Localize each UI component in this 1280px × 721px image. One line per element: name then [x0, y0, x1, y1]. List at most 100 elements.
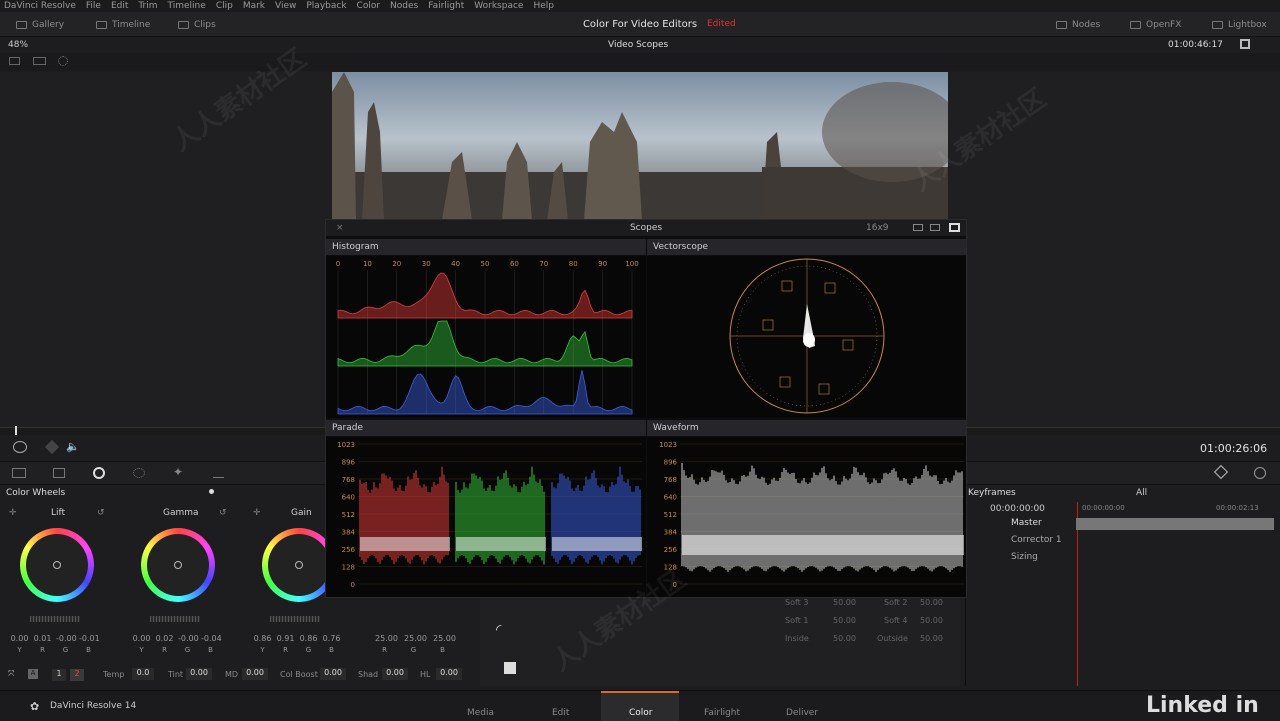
volume-icon[interactable]: 🔈 — [66, 440, 80, 453]
timeline-button[interactable]: Timeline — [96, 17, 150, 33]
gain-b[interactable]: 0.76 — [322, 634, 341, 643]
split-icon[interactable] — [33, 57, 46, 65]
mark-icon[interactable] — [44, 439, 60, 455]
info-icon[interactable] — [1254, 467, 1266, 479]
temp-value[interactable]: 0.0 — [132, 668, 154, 680]
outside-value[interactable]: 50.00 — [920, 634, 943, 643]
vectorscope-header[interactable]: Vectorscope — [647, 239, 966, 255]
gain-r[interactable]: 0.91 — [276, 634, 295, 643]
rgb-mixer-icon[interactable] — [133, 468, 145, 478]
gamma-wheel[interactable] — [141, 528, 215, 602]
menu-timeline[interactable]: Timeline — [168, 1, 206, 11]
track-master[interactable]: Master — [1011, 518, 1042, 528]
lift-handle[interactable] — [53, 561, 61, 569]
gamma-reset-icon[interactable]: ↺ — [219, 508, 227, 518]
offset-b[interactable]: 25.00 — [433, 634, 456, 643]
menu-view[interactable]: View — [275, 1, 296, 11]
gamma-y[interactable]: 0.00 — [132, 634, 151, 643]
lift-g[interactable]: -0.00 — [56, 634, 77, 643]
gain-crosshair-icon[interactable]: ✛ — [253, 508, 261, 518]
menu-nodes[interactable]: Nodes — [390, 1, 418, 11]
gain-y[interactable]: 0.86 — [253, 634, 272, 643]
wipe-icon[interactable] — [58, 56, 68, 66]
lift-r[interactable]: 0.01 — [33, 634, 52, 643]
tint-value[interactable]: 0.00 — [186, 668, 212, 680]
page-media[interactable]: Media — [467, 708, 494, 718]
menu-edit[interactable]: Edit — [111, 1, 128, 11]
fullscreen-icon[interactable] — [1240, 39, 1250, 49]
page-fairlight[interactable]: Fairlight — [704, 708, 740, 718]
ratio-select[interactable]: 16x9 — [866, 223, 889, 233]
menu-file[interactable]: File — [86, 1, 101, 11]
camera-raw-icon[interactable] — [12, 468, 26, 478]
gain-g[interactable]: 0.86 — [299, 634, 318, 643]
zoom-select[interactable]: 48% — [8, 40, 28, 50]
colboost-value[interactable]: 0.00 — [320, 668, 346, 680]
parade-header[interactable]: Parade — [326, 420, 646, 436]
clips-button[interactable]: Clips — [178, 17, 216, 33]
gamma-b[interactable]: -0.04 — [201, 634, 222, 643]
keyframe-icon[interactable] — [1213, 464, 1229, 480]
lift-y[interactable]: 0.00 — [10, 634, 29, 643]
auto-icon[interactable]: A — [28, 669, 38, 679]
lift-master-dial[interactable] — [30, 616, 80, 622]
scope-select[interactable]: Video Scopes — [608, 40, 668, 50]
layout-single-icon[interactable] — [913, 224, 923, 231]
lift-wheel[interactable] — [20, 528, 94, 602]
menu-clip[interactable]: Clip — [216, 1, 233, 11]
page-edit[interactable]: Edit — [552, 708, 569, 718]
auto-balance-icon[interactable]: ⤧ — [8, 669, 14, 679]
keyframe-filter[interactable]: All — [1136, 488, 1147, 498]
layout-quad-icon[interactable] — [949, 223, 960, 232]
soft1-value[interactable]: 50.00 — [833, 616, 856, 625]
md-value[interactable]: 0.00 — [242, 668, 268, 680]
lift-b[interactable]: -0.01 — [79, 634, 100, 643]
curve-icon[interactable]: ◜ — [496, 622, 514, 640]
gallery-button[interactable]: Gallery — [16, 17, 64, 33]
lift-reset-icon[interactable]: ↺ — [97, 508, 105, 518]
motion-effects-icon[interactable]: ✦ — [173, 465, 183, 479]
lift-crosshair-icon[interactable]: ✛ — [9, 508, 17, 518]
gain-master-dial[interactable] — [270, 616, 320, 622]
soft3-value[interactable]: 50.00 — [833, 598, 856, 607]
waveform-header[interactable]: Waveform — [647, 420, 966, 436]
menu-app[interactable]: DaVinci Resolve — [4, 1, 76, 11]
pointer-icon[interactable] — [13, 441, 27, 453]
page-dot[interactable] — [209, 489, 214, 494]
gamma-master-dial[interactable] — [150, 616, 200, 622]
color-match-icon[interactable] — [53, 468, 65, 478]
layout-icon[interactable] — [9, 57, 20, 65]
page-2-button[interactable]: 2 — [70, 669, 84, 681]
menu-mark[interactable]: Mark — [243, 1, 265, 11]
playhead[interactable] — [15, 426, 17, 435]
track-sizing[interactable]: Sizing — [1011, 552, 1038, 562]
menu-trim[interactable]: Trim — [138, 1, 157, 11]
soft4-value[interactable]: 50.00 — [920, 616, 943, 625]
track-corrector-1[interactable]: Corrector 1 — [1011, 535, 1062, 545]
square-window-icon[interactable] — [504, 662, 516, 674]
scopes-window[interactable]: Scopes × 16x9 Histogram Vectorscope 0 10 2… — [325, 219, 967, 598]
menu-fairlight[interactable]: Fairlight — [428, 1, 464, 11]
page-color[interactable]: Color — [629, 708, 653, 718]
openfx-button[interactable]: OpenFX — [1130, 17, 1181, 33]
menu-help[interactable]: Help — [533, 1, 554, 11]
histogram-header[interactable]: Histogram — [326, 239, 646, 255]
close-icon[interactable]: × — [336, 223, 344, 233]
inside-value[interactable]: 50.00 — [833, 634, 856, 643]
page-1-button[interactable]: 1 — [52, 669, 66, 681]
scopes-icon[interactable] — [213, 468, 224, 478]
gain-handle[interactable] — [295, 561, 303, 569]
color-wheels-icon[interactable] — [93, 467, 105, 479]
gamma-g[interactable]: -0.00 — [178, 634, 199, 643]
gamma-r[interactable]: 0.02 — [155, 634, 174, 643]
nodes-button[interactable]: Nodes — [1056, 17, 1100, 33]
gamma-handle[interactable] — [174, 561, 182, 569]
menu-color[interactable]: Color — [357, 1, 381, 11]
hl-value[interactable]: 0.00 — [436, 668, 462, 680]
layout-dual-icon[interactable] — [930, 224, 940, 231]
lightbox-button[interactable]: Lightbox — [1212, 17, 1267, 33]
menu-workspace[interactable]: Workspace — [474, 1, 523, 11]
soft2-value[interactable]: 50.00 — [920, 598, 943, 607]
offset-r[interactable]: 25.00 — [375, 634, 398, 643]
page-deliver[interactable]: Deliver — [786, 708, 818, 718]
